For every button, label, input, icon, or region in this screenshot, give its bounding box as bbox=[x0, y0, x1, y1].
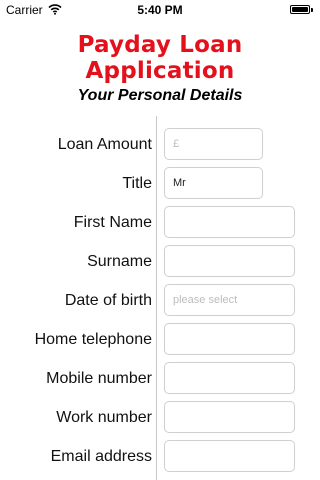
mobile-number-label: Mobile number bbox=[46, 370, 152, 387]
home-telephone-row: Home telephone bbox=[0, 323, 320, 357]
work-number-row: Work number bbox=[0, 401, 320, 435]
first-name-field[interactable] bbox=[164, 206, 295, 238]
section-subtitle: Your Personal Details bbox=[77, 87, 243, 104]
date-of-birth-field[interactable] bbox=[164, 284, 295, 316]
date-of-birth-label: Date of birth bbox=[64, 292, 152, 309]
email-address-row: Email address bbox=[0, 440, 320, 474]
mobile-number-row: Mobile number bbox=[0, 362, 320, 396]
home-telephone-field[interactable] bbox=[164, 323, 295, 355]
surname-field[interactable] bbox=[164, 245, 295, 277]
email-address-field[interactable] bbox=[164, 440, 295, 472]
surname-label: Surname bbox=[87, 253, 152, 270]
loan-amount-field[interactable] bbox=[164, 128, 263, 160]
battery-icon bbox=[290, 5, 314, 15]
work-number-label: Work number bbox=[56, 409, 152, 426]
work-number-field[interactable] bbox=[164, 401, 295, 433]
home-telephone-label: Home telephone bbox=[34, 331, 152, 348]
date-of-birth-row: Date of birth bbox=[0, 284, 320, 318]
surname-row: Surname bbox=[0, 245, 320, 279]
first-name-row: First Name bbox=[0, 206, 320, 240]
loan-amount-row: Loan Amount bbox=[0, 128, 320, 162]
status-bar: Carrier 5:40 PM bbox=[0, 0, 320, 20]
page-title: Payday Loan Application bbox=[77, 32, 243, 84]
status-time: 5:40 PM bbox=[137, 3, 183, 17]
title-field[interactable] bbox=[164, 167, 263, 199]
loan-amount-label: Loan Amount bbox=[57, 136, 152, 153]
mobile-number-field[interactable] bbox=[164, 362, 295, 394]
email-address-label: Email address bbox=[50, 448, 152, 465]
title-row: Title bbox=[0, 167, 320, 201]
first-name-label: First Name bbox=[73, 214, 152, 231]
title-label: Title bbox=[122, 175, 152, 192]
